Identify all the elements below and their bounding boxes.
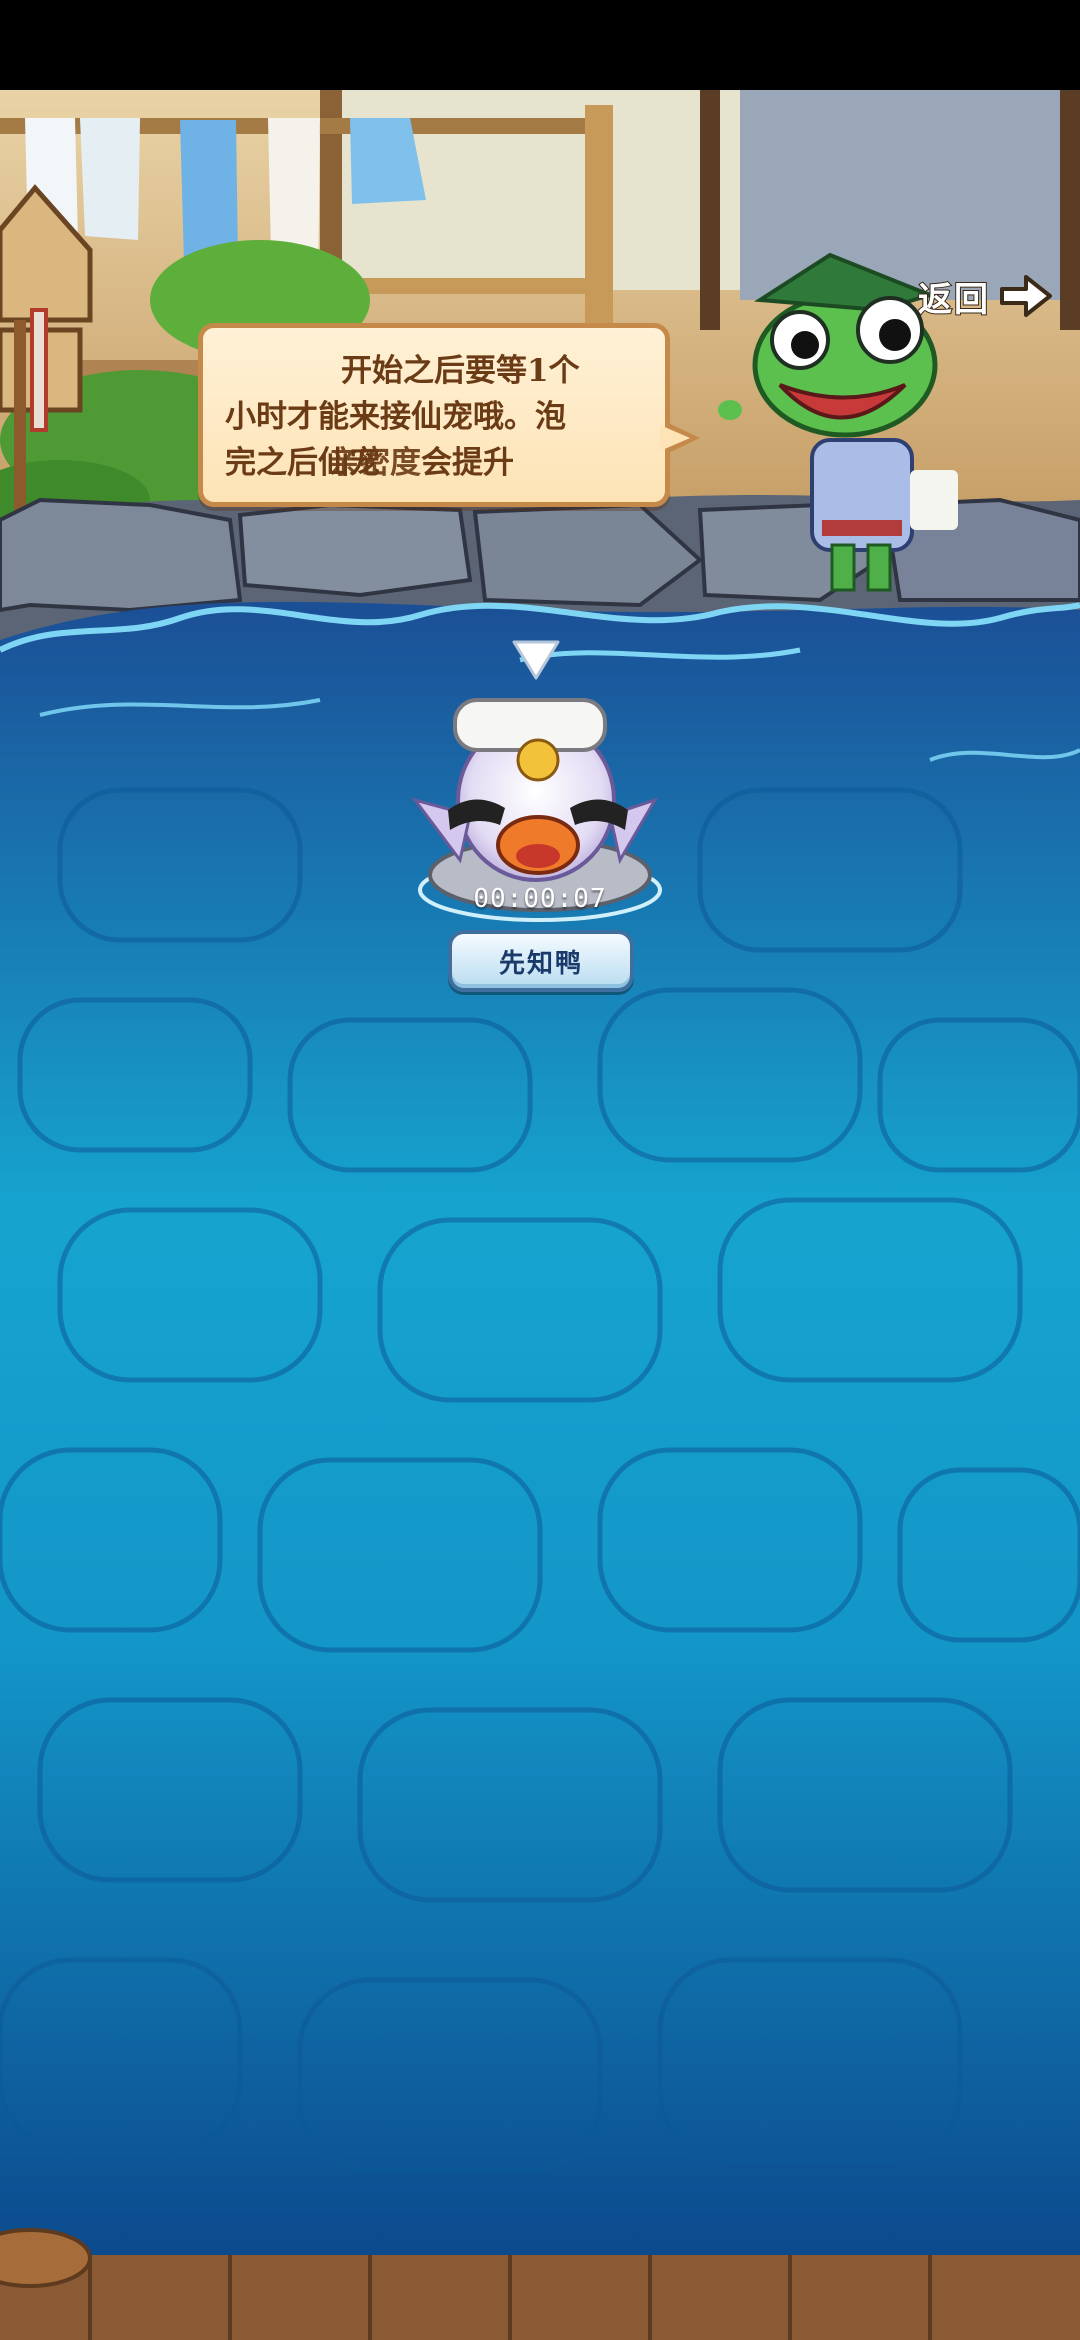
back-button-label: 返回 bbox=[917, 279, 990, 321]
speech-bubble-tail-inner bbox=[660, 425, 690, 451]
pet-name-button[interactable]: 先知鸭 bbox=[448, 930, 634, 992]
dialog-line-2: 小时才能来接仙宠哦。泡 bbox=[225, 399, 566, 435]
dialog-line-3-overlap: 亲密度 bbox=[328, 445, 421, 481]
pet-name-label: 先知鸭 bbox=[498, 948, 583, 979]
status-bar bbox=[0, 0, 1080, 90]
back-button[interactable]: 返回 bbox=[917, 268, 1068, 324]
back-arrow-icon bbox=[1000, 275, 1052, 317]
selection-marker-icon bbox=[512, 640, 560, 680]
dialog-line-1: 开始之后要等1个 bbox=[341, 353, 580, 389]
bath-timer: 00:00:07 bbox=[473, 884, 607, 914]
dialog-line-3: 完之后仙宠亲密度会提升 bbox=[225, 440, 643, 486]
dialog-line-3-end: 会提升 bbox=[421, 445, 514, 481]
speech-bubble: 开始之后要等1个 小时才能来接仙宠哦。泡 完之后仙宠亲密度会提升 bbox=[198, 323, 670, 507]
